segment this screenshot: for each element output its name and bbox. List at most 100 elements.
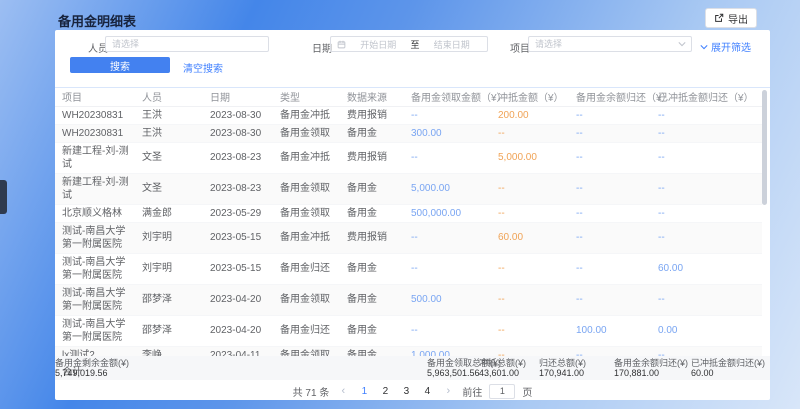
expand-filters-link[interactable]: 展开筛选 xyxy=(700,39,751,54)
cell-offset-returned: -- xyxy=(651,142,762,173)
cell-balance-returned: -- xyxy=(569,346,651,356)
cell-project: 测试-南昌大学第一附属医院 xyxy=(55,284,135,315)
header-cell: 项目 xyxy=(55,88,135,106)
cell-received-amount: -- xyxy=(404,142,491,173)
date-range-picker[interactable]: 开始日期 至 结束日期 xyxy=(330,36,488,52)
cell-received-amount: 500,000.00 xyxy=(404,204,491,222)
cell-source: 备用金 xyxy=(340,253,404,284)
header-cell: 类型 xyxy=(273,88,340,106)
summary-item-label: 备用金剩余金额(¥) xyxy=(55,358,129,368)
cell-source: 备用金 xyxy=(340,124,404,142)
header-cell: 数据来源 xyxy=(340,88,404,106)
cell-balance-returned: 100.00 xyxy=(569,315,651,346)
cell-project: 新建工程-刘-测试 xyxy=(55,142,135,173)
table-header-row: 项目人员日期类型数据来源备用金领取金额（¥）冲抵金额（¥）备用金余额归还（¥）已… xyxy=(55,88,762,106)
cell-person: 王洪 xyxy=(135,106,203,124)
next-page-button[interactable]: › xyxy=(441,385,455,397)
cell-type: 备用金领取 xyxy=(273,173,340,204)
cell-received-amount: 1,000.00 xyxy=(404,346,491,356)
cell-project: 测试-南昌大学第一附属医院 xyxy=(55,253,135,284)
cell-offset-amount: -- xyxy=(491,124,569,142)
cell-offset-amount: -- xyxy=(491,315,569,346)
summary-row: 合计 备用金领取总额(¥) 5,963,501.56 冲抵总额(¥) 43,60… xyxy=(55,356,770,380)
date-filter-label: 日期 xyxy=(312,40,332,55)
cell-received-amount: -- xyxy=(404,315,491,346)
summary-item-value: 170,941.00 xyxy=(539,368,586,378)
date-end-placeholder: 结束日期 xyxy=(423,38,482,51)
summary-item-label: 归还总额(¥) xyxy=(539,358,586,368)
cell-balance-returned: -- xyxy=(569,124,651,142)
page-button[interactable]: 1 xyxy=(357,386,371,397)
table-row: WH20230831 王洪 2023-08-30 备用金领取 备用金 300.0… xyxy=(55,124,762,142)
summary-item: 备用金余额归还(¥) 170,881.00 xyxy=(614,358,688,378)
table-row: 北京顺义格林 满金郎 2023-05-29 备用金领取 备用金 500,000.… xyxy=(55,204,762,222)
header-cell: 日期 xyxy=(203,88,273,106)
cell-balance-returned: -- xyxy=(569,284,651,315)
prev-page-button[interactable]: ‹ xyxy=(336,385,350,397)
cell-source: 备用金 xyxy=(340,284,404,315)
table-row: 测试-南昌大学第一附属医院 邵梦泽 2023-04-20 备用金归还 备用金 -… xyxy=(55,315,762,346)
cell-date: 2023-04-20 xyxy=(203,315,273,346)
cell-date: 2023-04-20 xyxy=(203,284,273,315)
cell-offset-returned: 0.00 xyxy=(651,315,762,346)
cell-balance-returned: -- xyxy=(569,142,651,173)
goto-page-input[interactable] xyxy=(489,384,515,399)
cell-source: 备用金 xyxy=(340,346,404,356)
search-button[interactable]: 搜索 xyxy=(70,57,170,73)
cell-offset-returned: -- xyxy=(651,173,762,204)
cell-project: 新建工程-刘-测试 xyxy=(55,173,135,204)
table-row: 新建工程-刘-测试 文圣 2023-08-23 备用金领取 备用金 5,000.… xyxy=(55,173,762,204)
summary-item-label: 已冲抵金额归还(¥) xyxy=(691,358,765,368)
cell-date: 2023-05-29 xyxy=(203,204,273,222)
cell-person: 刘宇明 xyxy=(135,253,203,284)
cell-offset-returned: -- xyxy=(651,204,762,222)
cell-received-amount: -- xyxy=(404,222,491,253)
cell-offset-returned: -- xyxy=(651,222,762,253)
cell-project: 测试-南昌大学第一附属医院 xyxy=(55,315,135,346)
header-cell: 备用金余额归还（¥） xyxy=(569,88,651,106)
export-icon xyxy=(714,13,724,23)
cell-source: 备用金 xyxy=(340,204,404,222)
clear-search-button[interactable]: 清空搜索 xyxy=(183,60,223,75)
cell-type: 备用金领取 xyxy=(273,284,340,315)
cell-project: lx测试2 xyxy=(55,346,135,356)
page-title: 备用金明细表 xyxy=(58,11,136,30)
data-table-container: 项目人员日期类型数据来源备用金领取金额（¥）冲抵金额（¥）备用金余额归还（¥）已… xyxy=(55,88,763,356)
summary-item: 归还总额(¥) 170,941.00 xyxy=(539,358,586,378)
table-row: 新建工程-刘-测试 文圣 2023-08-23 备用金冲抵 费用报销 -- 5,… xyxy=(55,142,762,173)
table-scrollbar[interactable] xyxy=(762,90,767,205)
cell-project: WH20230831 xyxy=(55,106,135,124)
cell-source: 费用报销 xyxy=(340,106,404,124)
cell-person: 文圣 xyxy=(135,142,203,173)
cell-offset-returned: -- xyxy=(651,284,762,315)
cell-received-amount: 5,000.00 xyxy=(404,173,491,204)
cell-offset-returned: 60.00 xyxy=(651,253,762,284)
export-button[interactable]: 导出 xyxy=(705,8,757,28)
cell-date: 2023-08-23 xyxy=(203,173,273,204)
summary-item: 已冲抵金额归还(¥) 60.00 xyxy=(691,358,765,378)
pagination-total: 共 71 条 xyxy=(293,384,330,399)
project-select[interactable] xyxy=(528,36,692,52)
cell-balance-returned: -- xyxy=(569,253,651,284)
cell-offset-amount: 5,000.00 xyxy=(491,142,569,173)
page-button[interactable]: 2 xyxy=(378,386,392,397)
drawer-handle[interactable] xyxy=(0,180,7,214)
cell-source: 备用金 xyxy=(340,315,404,346)
cell-type: 备用金归还 xyxy=(273,315,340,346)
cell-balance-returned: -- xyxy=(569,173,651,204)
page-button[interactable]: 4 xyxy=(420,386,434,397)
cell-person: 邵梦泽 xyxy=(135,284,203,315)
person-select-input[interactable] xyxy=(105,36,269,52)
cell-person: 文圣 xyxy=(135,173,203,204)
cell-date: 2023-05-15 xyxy=(203,253,273,284)
table-row: 测试-南昌大学第一附属医院 邵梦泽 2023-04-20 备用金领取 备用金 5… xyxy=(55,284,762,315)
cell-offset-returned: -- xyxy=(651,124,762,142)
header-cell: 备用金领取金额（¥） xyxy=(404,88,491,106)
date-separator: 至 xyxy=(411,38,420,51)
cell-received-amount: 300.00 xyxy=(404,124,491,142)
page-button[interactable]: 3 xyxy=(399,386,413,397)
cell-person: 王洪 xyxy=(135,124,203,142)
cell-offset-amount: -- xyxy=(491,253,569,284)
cell-person: 李峥 xyxy=(135,346,203,356)
page-button-group: 1234 xyxy=(357,386,434,397)
